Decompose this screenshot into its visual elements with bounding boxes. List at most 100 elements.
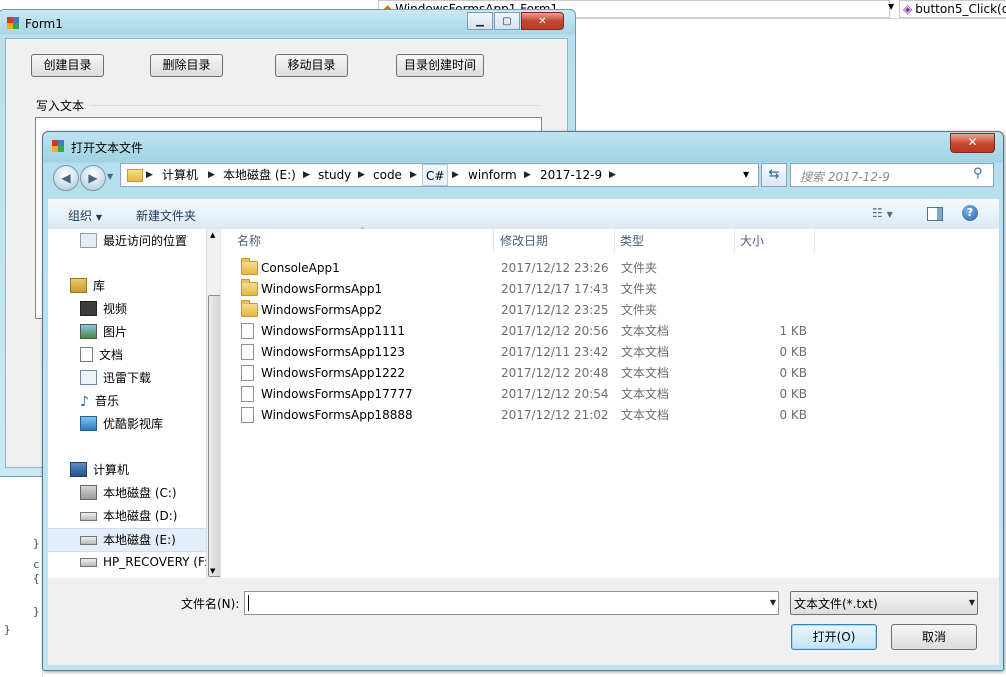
preview-pane-icon[interactable] <box>927 207 943 221</box>
folder-icon <box>241 257 258 275</box>
forward-button[interactable]: ▶ <box>80 165 106 191</box>
address-history-dropdown-icon[interactable]: ▼ <box>743 170 749 179</box>
ide-combo-arrow-icon[interactable]: ▼ <box>888 2 894 11</box>
back-button[interactable]: ◀ <box>53 165 79 191</box>
column-header-name[interactable]: 名称 <box>221 229 494 253</box>
file-type: 文件夹 <box>621 261 658 275</box>
music-icon: ♪ <box>80 393 89 410</box>
breadcrumb-current-folder[interactable]: 2017-12-9 <box>540 164 602 186</box>
column-header-modified-date[interactable]: 修改日期 <box>494 229 615 253</box>
directory-creation-time-button[interactable]: 目录创建时间 <box>396 54 484 77</box>
form1-title: Form1 <box>25 17 63 31</box>
search-box[interactable]: 搜索 2017-12-9 ⚲ <box>790 163 994 187</box>
write-text-group-label: 写入文本 <box>36 99 85 113</box>
recent-places-icon <box>80 233 97 248</box>
nav-item-recent-places[interactable]: 最近访问的位置 <box>48 230 220 252</box>
breadcrumb-computer[interactable]: 计算机 <box>162 164 198 186</box>
breadcrumb-separator-icon[interactable]: ▶ <box>452 164 459 186</box>
file-type-select[interactable]: 文本文件(*.txt) ▼ <box>790 591 978 615</box>
nav-item-pictures[interactable]: 图片 <box>48 321 220 343</box>
refresh-button[interactable]: ⇆ <box>761 163 787 187</box>
create-directory-button[interactable]: 创建目录 <box>31 54 104 77</box>
nav-item-music[interactable]: ♪ 音乐 <box>48 390 220 412</box>
breadcrumb-separator-icon[interactable]: ▶ <box>358 164 365 186</box>
column-header-type[interactable]: 类型 <box>614 229 735 253</box>
cancel-button[interactable]: 取消 <box>891 624 977 650</box>
nav-item-documents[interactable]: 文档 <box>48 344 220 366</box>
close-button[interactable]: ✕ <box>521 12 564 30</box>
library-icon <box>70 278 87 293</box>
nav-item-library[interactable]: 库 <box>48 275 220 297</box>
recent-pages-dropdown-icon[interactable]: ▼ <box>107 172 113 181</box>
nav-item-xunlei-downloads[interactable]: 迅雷下载 <box>48 367 220 389</box>
breadcrumb-separator-icon[interactable]: ▶ <box>303 164 310 186</box>
breadcrumb-separator-icon[interactable]: ▶ <box>609 164 616 186</box>
new-folder-button[interactable]: 新建文件夹 <box>136 207 196 224</box>
nav-item-drive-e-selected[interactable]: 本地磁盘 (E:) <box>48 528 220 552</box>
file-size: 0 KB <box>779 366 807 380</box>
file-list-row[interactable]: ConsoleApp1 2017/12/12 23:26 文件夹 <box>221 257 999 279</box>
file-list-row[interactable]: WindowsFormsApp1222 2017/12/12 20:48 文本文档 0… <box>221 363 999 384</box>
nav-item-drive-c[interactable]: 本地磁盘 (C:) <box>48 482 220 504</box>
help-icon[interactable]: ? <box>962 205 978 221</box>
file-list-row[interactable]: WindowsFormsApp17777 2017/12/12 20:54 文本文档… <box>221 384 999 405</box>
breadcrumb-study[interactable]: study <box>318 164 351 186</box>
form1-caption-buttons: ▁ ▢ ✕ <box>467 12 565 30</box>
scroll-up-icon[interactable]: ▲ <box>210 231 215 239</box>
ide-method-combo[interactable]: ◈ button5_Click(o <box>899 0 1006 18</box>
move-directory-button[interactable]: 移动目录 <box>275 54 348 77</box>
breadcrumb-csharp[interactable]: C# <box>422 164 449 186</box>
video-icon <box>80 301 97 316</box>
file-icon-wrap <box>241 257 258 279</box>
nav-item-youku-library[interactable]: 优酷影视库 <box>48 413 220 435</box>
computer-icon <box>70 462 87 477</box>
file-type-dropdown-icon[interactable]: ▼ <box>969 598 975 607</box>
nav-item-label: 音乐 <box>94 394 119 408</box>
search-icon[interactable]: ⚲ <box>973 166 983 181</box>
breadcrumb-separator-icon[interactable]: ▶ <box>524 164 531 186</box>
file-size: 1 KB <box>779 324 807 338</box>
ide-method-combo-text: button5_Click(o <box>915 2 1006 16</box>
breadcrumb-code[interactable]: code <box>373 164 402 186</box>
file-type: 文本文档 <box>621 366 670 380</box>
text-caret <box>248 595 249 611</box>
file-list-row[interactable]: WindowsFormsApp1 2017/12/17 17:43 文件夹 <box>221 278 999 300</box>
file-list-row[interactable]: WindowsFormsApp1123 2017/12/11 23:42 文本文档 0… <box>221 342 999 363</box>
breadcrumb-winform[interactable]: winform <box>468 164 517 186</box>
file-list-row[interactable]: WindowsFormsApp1111 2017/12/12 20:56 文本文档 1… <box>221 321 999 342</box>
open-button[interactable]: 打开(O) <box>791 624 877 650</box>
maximize-button[interactable]: ▢ <box>494 12 520 30</box>
file-icon-wrap <box>241 278 258 300</box>
nav-item-computer[interactable]: 计算机 <box>48 459 220 481</box>
dialog-close-button[interactable]: ✕ <box>950 133 995 153</box>
file-icon-wrap <box>241 321 254 342</box>
file-type: 文本文档 <box>621 324 670 338</box>
breadcrumb-separator-icon[interactable]: ▶ <box>146 164 153 186</box>
filename-input[interactable]: ▼ <box>244 591 779 615</box>
delete-directory-button[interactable]: 删除目录 <box>150 54 223 77</box>
breadcrumb-separator-icon[interactable]: ▶ <box>208 164 215 186</box>
breadcrumb-drive-e[interactable]: 本地磁盘 (E:) <box>223 164 296 186</box>
nav-item-label: 视频 <box>103 302 128 316</box>
breadcrumb-separator-icon[interactable]: ▶ <box>410 164 417 186</box>
file-type: 文本文档 <box>621 408 670 422</box>
scrollbar-thumb[interactable] <box>208 295 220 577</box>
minimize-button[interactable]: ▁ <box>467 12 493 30</box>
file-name: WindowsFormsApp1111 <box>261 324 406 338</box>
nav-item-hp-recovery[interactable]: HP_RECOVERY (F: <box>48 551 220 573</box>
nav-item-videos[interactable]: 视频 <box>48 298 220 320</box>
file-icon-wrap <box>241 384 254 405</box>
organize-menu[interactable]: 组织 ▼ <box>68 207 102 224</box>
scroll-down-icon[interactable]: ▼ <box>210 567 215 575</box>
view-options-icon[interactable]: ☷ ▼ <box>872 206 893 220</box>
file-list-row[interactable]: WindowsFormsApp18888 2017/12/12 21:02 文本文档… <box>221 405 999 426</box>
address-bar[interactable]: ▶ 计算机 ▶ 本地磁盘 (E:) ▶ study ▶ code ▶ C# ▶ … <box>120 163 759 187</box>
nav-item-drive-d[interactable]: 本地磁盘 (D:) <box>48 505 220 527</box>
drive-c-icon <box>80 485 97 500</box>
file-modified-date: 2017/12/12 21:02 <box>501 408 609 422</box>
dialog-bottom-bar: 文件名(N): ▼ 文本文件(*.txt) ▼ 打开(O) 取消 <box>48 578 999 665</box>
column-header-size[interactable]: 大小 <box>734 229 815 253</box>
nav-scrollbar[interactable]: ▲ ▼ <box>206 229 220 578</box>
file-list-row[interactable]: WindowsFormsApp2 2017/12/12 23:25 文件夹 <box>221 299 999 321</box>
filename-dropdown-icon[interactable]: ▼ <box>770 598 776 607</box>
